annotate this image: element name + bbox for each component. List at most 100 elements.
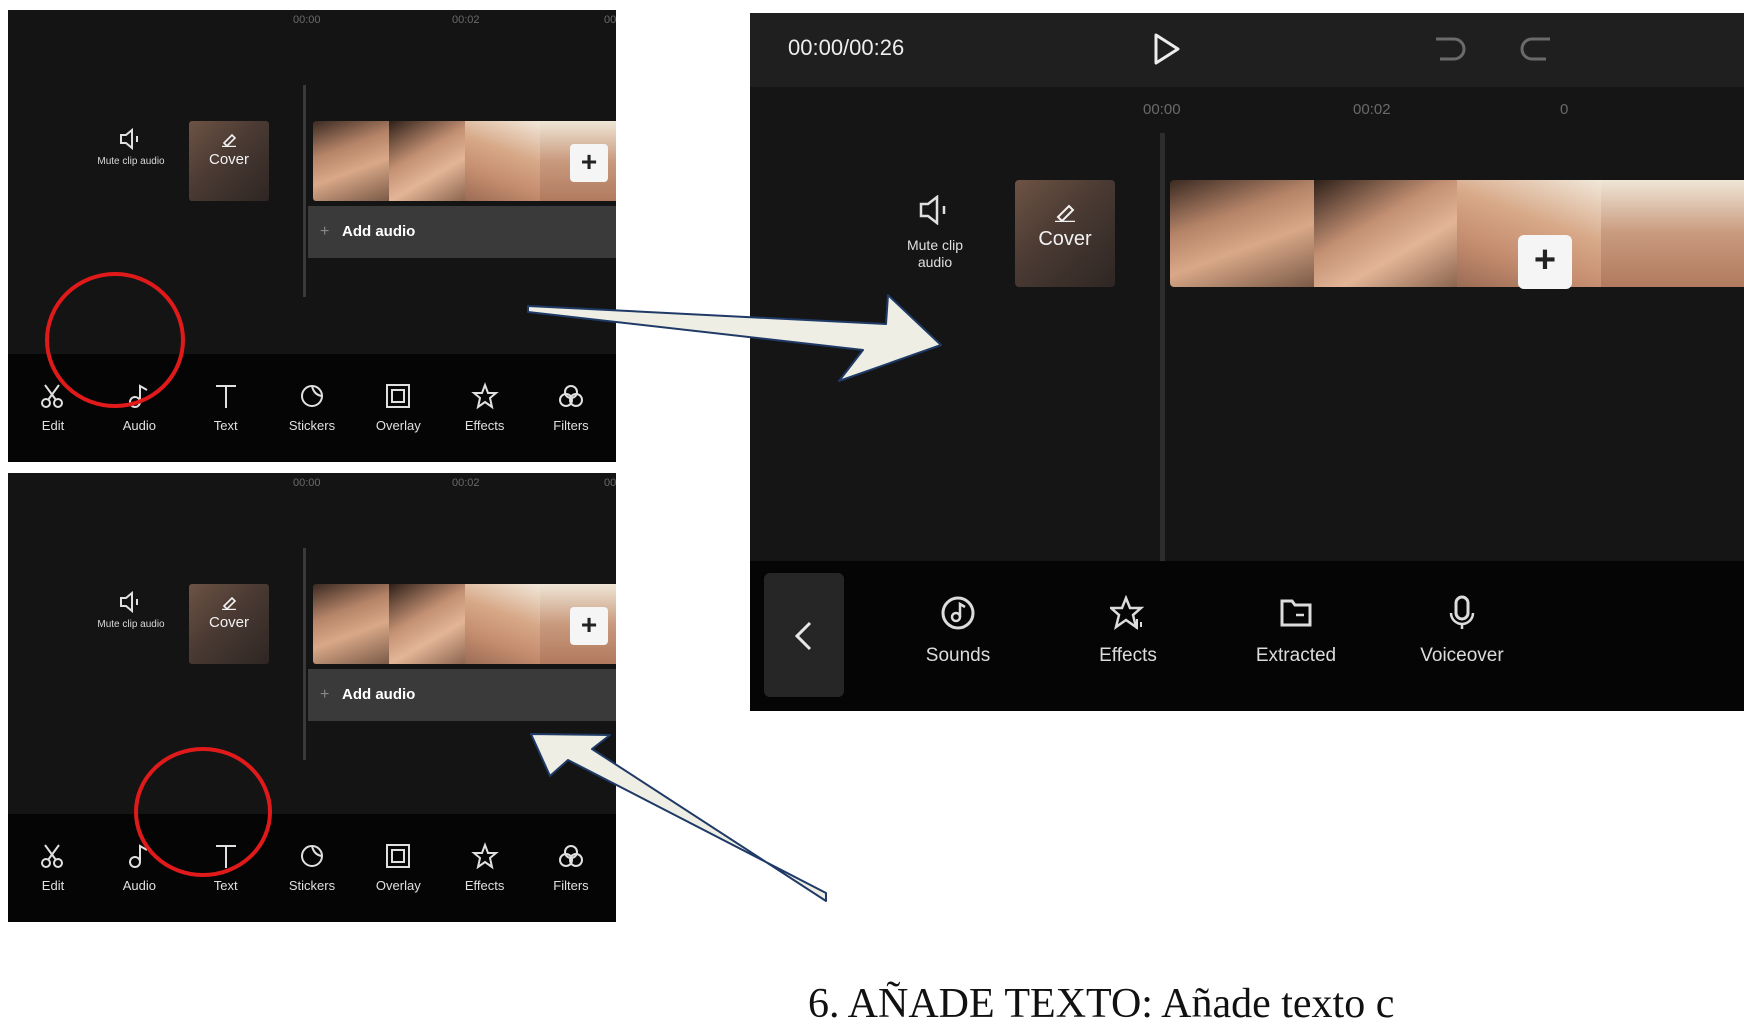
plus-icon: +: [320, 686, 330, 703]
music-note-icon: [129, 384, 148, 408]
toolbar-text[interactable]: Text: [191, 354, 261, 462]
audio-menu-voiceover[interactable]: Voiceover: [1402, 595, 1522, 667]
plus-icon: +: [580, 146, 598, 177]
play-icon[interactable]: [1148, 29, 1184, 69]
mute-clip-audio-label: Mute clip audio: [906, 237, 964, 270]
effects-star-icon: [470, 382, 499, 410]
speaker-icon: [919, 195, 946, 225]
sticker-icon: [300, 385, 323, 407]
toolbar-filters[interactable]: Filters: [536, 814, 606, 922]
toolbar-audio[interactable]: Audio: [104, 354, 174, 462]
ruler-tick: 00:00: [293, 477, 321, 489]
toolbar-text-label: Text: [213, 878, 238, 893]
audio-menu-voiceover-label: Voiceover: [1420, 645, 1504, 666]
ruler-tick: 00: [604, 477, 616, 489]
add-audio-track[interactable]: + Add audio: [308, 669, 616, 721]
toolbar-stickers[interactable]: Stickers: [277, 354, 347, 462]
music-note-icon: [129, 844, 148, 868]
bottom-toolbar: Edit Audio Text Stickers Overlay Effects…: [8, 354, 616, 462]
playhead[interactable]: [303, 548, 306, 760]
mute-clip-audio-button[interactable]: Mute clip audio: [890, 195, 980, 271]
clip-frame: [464, 584, 541, 664]
clip-frame: [388, 584, 465, 664]
cover-label: Cover: [208, 614, 249, 631]
plus-icon: +: [320, 223, 330, 240]
toolbar-overlay-label: Overlay: [375, 878, 421, 893]
add-clip-button[interactable]: +: [1518, 235, 1572, 289]
plus-icon: +: [580, 609, 598, 640]
clip-frame: [464, 121, 541, 201]
editor-screenshot-text-step: 00:00 00:02 00 Mute clip audio Cover + +…: [8, 473, 616, 922]
redo-icon[interactable]: [1518, 35, 1556, 65]
ruler-tick: 00:02: [1353, 101, 1391, 118]
audio-menu-bar: Sounds Effects Extracted Voiceover: [750, 561, 1744, 711]
toolbar-edit[interactable]: Edit: [18, 354, 88, 462]
cover-label: Cover: [208, 151, 249, 168]
sounds-icon: [941, 596, 975, 630]
ruler-tick: 00: [604, 14, 616, 26]
mute-clip-audio-button[interactable]: Mute clip audio: [96, 128, 166, 167]
toolbar-overlay[interactable]: Overlay: [363, 814, 433, 922]
toolbar-audio[interactable]: Audio: [104, 814, 174, 922]
ruler-tick: 00:00: [1143, 101, 1181, 118]
clip-frame: [1170, 180, 1314, 287]
toolbar-filters-label: Filters: [553, 418, 589, 433]
pencil-icon: [222, 596, 237, 610]
ruler-tick: 00:02: [452, 477, 480, 489]
clip-frame: [1313, 180, 1457, 287]
effects-star-icon: [470, 842, 499, 870]
toolbar-filters[interactable]: Filters: [536, 354, 606, 462]
add-audio-label: Add audio: [342, 223, 416, 240]
toolbar-effects[interactable]: Effects: [450, 354, 520, 462]
audio-menu-sounds[interactable]: Sounds: [898, 595, 1018, 667]
toolbar-effects[interactable]: Effects: [450, 814, 520, 922]
scissors-icon: [41, 384, 63, 408]
add-clip-button[interactable]: +: [570, 607, 608, 645]
toolbar-text-label: Text: [213, 418, 238, 433]
plus-icon: +: [1533, 239, 1557, 281]
mute-clip-audio-label: Mute clip audio: [97, 156, 165, 167]
toolbar-audio-label: Audio: [122, 878, 156, 893]
toolbar-text[interactable]: Text: [191, 814, 261, 922]
microphone-icon: [1449, 595, 1475, 629]
overlay-icon: [386, 384, 411, 408]
cover-button[interactable]: Cover: [189, 584, 269, 664]
undo-icon[interactable]: [1430, 35, 1468, 65]
editor-screenshot-audio-menu: 00:00/00:26 00:00 00:02 0 Mute clip audi…: [750, 13, 1744, 711]
mute-clip-audio-button[interactable]: Mute clip audio: [96, 591, 166, 630]
sticker-icon: [300, 845, 323, 867]
toolbar-filters-label: Filters: [553, 878, 589, 893]
speaker-icon: [120, 591, 138, 613]
step-caption: 6. AÑADE TEXTO: Añade texto c: [808, 981, 1395, 1024]
toolbar-stickers[interactable]: Stickers: [277, 814, 347, 922]
sound-effects-icon: [1110, 595, 1145, 630]
add-audio-track[interactable]: + Add audio: [308, 206, 616, 258]
pencil-icon: [1055, 204, 1075, 222]
player-top-bar: 00:00/00:26: [750, 13, 1744, 87]
toolbar-stickers-label: Stickers: [288, 418, 336, 433]
audio-menu-extracted[interactable]: Extracted: [1236, 595, 1356, 667]
toolbar-audio-label: Audio: [122, 418, 156, 433]
playhead[interactable]: [303, 85, 306, 297]
cover-label: Cover: [1038, 228, 1092, 250]
overlay-icon: [386, 844, 411, 868]
toolbar-overlay-label: Overlay: [375, 418, 421, 433]
audio-menu-effects[interactable]: Effects: [1068, 595, 1188, 667]
text-icon: [215, 845, 236, 868]
clip-frame: [313, 584, 389, 664]
playhead[interactable]: [1160, 133, 1165, 561]
scissors-icon: [41, 844, 63, 868]
ruler-tick: 00:00: [293, 14, 321, 26]
toolbar-edit-label: Edit: [41, 418, 65, 433]
audio-menu-sounds-label: Sounds: [925, 645, 991, 666]
toolbar-edit[interactable]: Edit: [18, 814, 88, 922]
cover-button[interactable]: Cover: [1015, 180, 1115, 287]
back-button[interactable]: [764, 573, 844, 697]
toolbar-stickers-label: Stickers: [288, 878, 336, 893]
video-clip-strip[interactable]: [1170, 180, 1744, 287]
add-clip-button[interactable]: +: [570, 144, 608, 182]
bottom-toolbar: Edit Audio Text Stickers Overlay Effects…: [8, 814, 616, 922]
cover-button[interactable]: Cover: [189, 121, 269, 201]
toolbar-overlay[interactable]: Overlay: [363, 354, 433, 462]
timeline-ruler: 00:00 00:02 00: [8, 14, 616, 28]
